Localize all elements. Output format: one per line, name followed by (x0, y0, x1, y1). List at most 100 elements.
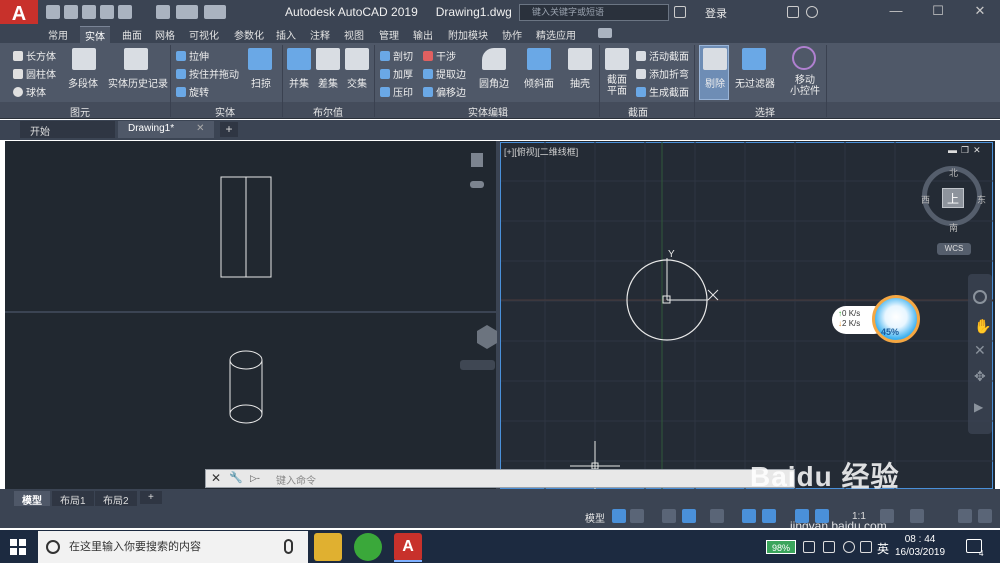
cylinder-button[interactable]: 圆柱体 (13, 66, 56, 81)
fillet-edge-label[interactable]: 圆角边 (479, 75, 509, 90)
save-as-icon[interactable] (100, 5, 114, 19)
add-layout-button[interactable]: + (140, 491, 162, 504)
minimize-icon[interactable]: — (888, 3, 904, 19)
ribbon-toggle-icon[interactable] (598, 28, 612, 38)
save-icon[interactable] (82, 5, 96, 19)
maximize-icon[interactable]: ☐ (930, 3, 946, 19)
close-command-icon[interactable]: ✕ (211, 471, 221, 485)
web-mobile-icon[interactable] (118, 5, 132, 19)
polysolid-label[interactable]: 多段体 (68, 75, 98, 90)
network-icon[interactable] (823, 541, 835, 553)
solid-history-label[interactable]: 实体历史记录 (108, 75, 168, 90)
tab-collaborate[interactable]: 协作 (497, 26, 527, 43)
login-button[interactable]: 登录 (705, 5, 727, 21)
viewport-window-controls[interactable]: ▬❐✕ (948, 145, 985, 156)
clean-screen-icon[interactable] (958, 509, 972, 523)
tab-view[interactable]: 视图 (339, 26, 369, 43)
viewcube-top-face[interactable]: 上 (942, 188, 964, 208)
box-button[interactable]: 长方体 (13, 48, 56, 63)
object-snap-tracking-icon[interactable] (742, 509, 756, 523)
polysolid-icon[interactable] (72, 48, 96, 70)
union-icon[interactable] (287, 48, 311, 70)
taper-faces-icon[interactable] (527, 48, 551, 70)
viewport-controls-label[interactable]: [+][俯视][二维线框] (504, 145, 578, 158)
taskbar-search-box[interactable]: 在这里输入你要搜索的内容 (38, 531, 308, 563)
annotation-monitor-icon[interactable] (910, 509, 924, 523)
tab-addins[interactable]: 附加模块 (443, 26, 493, 43)
intersect-label[interactable]: 交集 (347, 75, 367, 90)
subtract-label[interactable]: 差集 (318, 75, 338, 90)
fillet-edge-icon[interactable] (482, 48, 506, 70)
compass-south[interactable]: 南 (949, 221, 958, 234)
plot-icon[interactable] (156, 5, 170, 19)
iso-viewcube-icon[interactable] (477, 325, 497, 349)
tab-home[interactable]: 常用 (43, 26, 73, 43)
shell-icon[interactable] (568, 48, 592, 70)
new-tab-button[interactable]: + (220, 122, 238, 137)
pan-hand-icon[interactable]: ✋ (974, 318, 991, 335)
isodraft-icon[interactable] (710, 509, 724, 523)
compass-north[interactable]: 北 (949, 166, 958, 179)
filter-label[interactable]: 无过滤器 (735, 75, 775, 90)
section-plane-icon[interactable] (605, 48, 629, 70)
interfere-button[interactable]: 干涉 (423, 48, 456, 63)
solid-history-icon[interactable] (124, 48, 148, 70)
tab-mesh[interactable]: 网格 (150, 26, 180, 43)
tab-parametric[interactable]: 参数化 (229, 26, 269, 43)
tab-featured-apps[interactable]: 精选应用 (531, 26, 581, 43)
zoom-extents-icon[interactable]: ✕ (974, 342, 986, 359)
compass-west[interactable]: 西 (921, 193, 930, 206)
grid-icon[interactable] (612, 509, 626, 523)
presspull-button[interactable]: 按住并拖动 (176, 66, 239, 81)
ortho-icon[interactable] (662, 509, 676, 523)
command-input[interactable]: 键入命令 (276, 472, 316, 487)
tab-visualize[interactable]: 可视化 (184, 26, 224, 43)
binoculars-icon[interactable] (674, 6, 686, 18)
offset-edge-button[interactable]: 偏移边 (423, 84, 466, 99)
filter-icon[interactable] (742, 48, 766, 70)
microphone-icon[interactable] (284, 539, 293, 554)
model-space-toggle[interactable]: 模型 (585, 510, 605, 525)
generate-section-button[interactable]: 生成截面 (636, 84, 689, 99)
command-prompt-icon[interactable]: ▷- (250, 473, 260, 484)
move-gizmo-label[interactable]: 移动 小控件 (790, 75, 820, 97)
live-section-button[interactable]: 活动截面 (636, 48, 689, 63)
cortana-icon[interactable] (46, 540, 60, 554)
tab-insert[interactable]: 插入 (271, 26, 301, 43)
file-explorer-icon[interactable] (314, 533, 342, 561)
search-input[interactable]: 键入关键字或短语 (519, 4, 669, 21)
tray-app-icon[interactable] (803, 541, 815, 553)
browser-icon[interactable] (354, 533, 382, 561)
sweep-label[interactable]: 扫掠 (251, 75, 271, 90)
add-jog-button[interactable]: 添加折弯 (636, 66, 689, 81)
input-language[interactable]: 英 (877, 540, 889, 557)
shell-label[interactable]: 抽壳 (570, 75, 590, 90)
undo-icon[interactable] (176, 5, 198, 19)
close-tab-icon[interactable]: ✕ (196, 123, 204, 134)
intersect-icon[interactable] (345, 48, 369, 70)
tab-drawing1[interactable]: Drawing1* ✕ (118, 121, 214, 138)
autocad-taskbar-icon[interactable]: A (394, 533, 422, 561)
volume-icon[interactable] (860, 541, 872, 553)
revolve-button[interactable]: 旋转 (176, 84, 209, 99)
redo-icon[interactable] (204, 5, 226, 19)
showmotion-icon[interactable]: ▶ (974, 400, 983, 414)
compass-east[interactable]: 东 (977, 193, 986, 206)
steering-wheel-icon[interactable] (973, 290, 987, 304)
extrude-button[interactable]: 拉伸 (176, 48, 209, 63)
thicken-button[interactable]: 加厚 (380, 66, 413, 81)
autodesk-icon[interactable] (806, 6, 818, 18)
taper-faces-label[interactable]: 倾斜面 (524, 75, 554, 90)
customization-menu-icon[interactable] (978, 509, 992, 523)
tab-start[interactable]: 开始 (20, 121, 115, 138)
new-file-icon[interactable] (46, 5, 60, 19)
system-clock[interactable]: 08 : 44 16/03/2019 (895, 533, 945, 559)
tab-annotate[interactable]: 注释 (305, 26, 335, 43)
sweep-icon[interactable] (248, 48, 272, 70)
orbit-icon[interactable]: ✥ (974, 368, 986, 385)
object-snap-icon[interactable] (762, 509, 776, 523)
sphere-button[interactable]: 球体 (13, 84, 46, 99)
tab-solid[interactable]: 实体 (80, 26, 110, 44)
slice-button[interactable]: 剖切 (380, 48, 413, 63)
panel-title-section[interactable]: 截面 (628, 104, 648, 119)
